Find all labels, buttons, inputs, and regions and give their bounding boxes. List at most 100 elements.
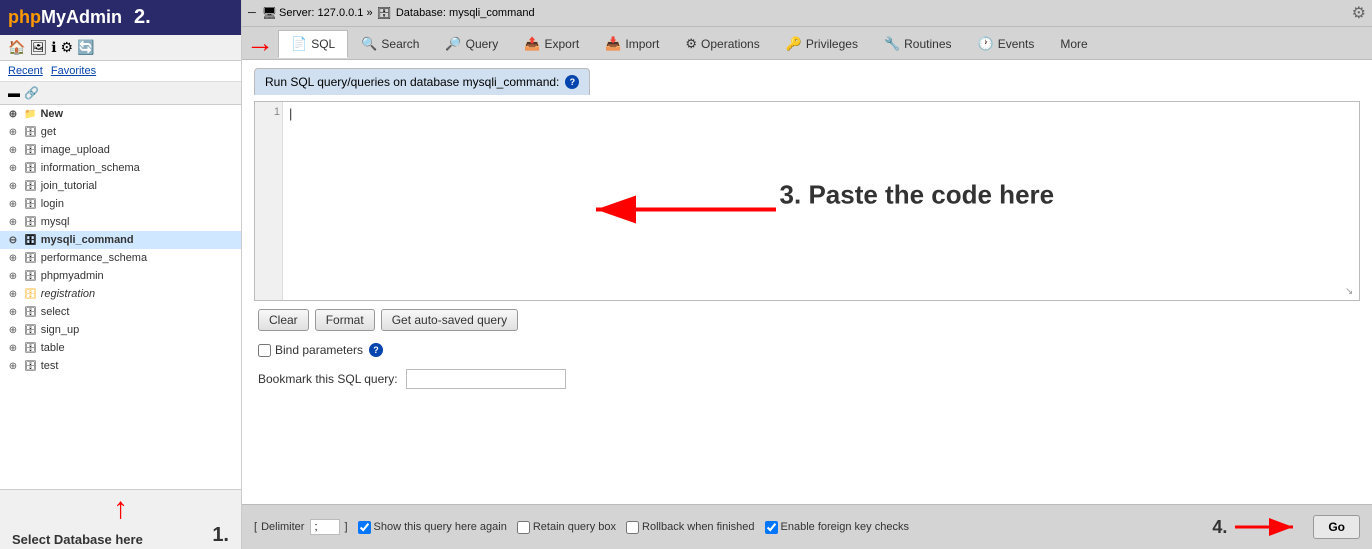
retain-query-label[interactable]: Retain query box <box>517 521 616 534</box>
routines-tab-icon: 🔧 <box>884 36 900 52</box>
step2-badge: 2. <box>134 6 151 29</box>
bind-params-label[interactable]: Bind parameters <box>258 343 363 357</box>
step4-badge: 4. <box>1212 517 1227 538</box>
db-item-performance-schema[interactable]: ⊕ 🗄 performance_schema <box>0 249 241 267</box>
sql-editor-wrapper: 1 | 3. Paste the code here <box>254 101 1360 301</box>
rollback-checkbox[interactable] <box>626 521 639 534</box>
bind-params-checkbox[interactable] <box>258 344 271 357</box>
show-query-checkbox[interactable] <box>358 521 371 534</box>
expand-performance-schema: ⊕ <box>6 251 20 265</box>
db-item-image-upload[interactable]: ⊕ 🗄 image_upload <box>0 141 241 159</box>
content-area: Run SQL query/queries on database mysqli… <box>242 60 1372 549</box>
db-item-information-schema[interactable]: ⊕ 🗄 information_schema <box>0 159 241 177</box>
db-item-phpmyadmin[interactable]: ⊕ 🗄 phpmyadmin <box>0 267 241 285</box>
db-name-mysql: mysql <box>41 216 70 228</box>
format-button[interactable]: Format <box>315 309 375 331</box>
db-item-test[interactable]: ⊕ 🗄 test <box>0 357 241 375</box>
home-icon[interactable]: 🏠 <box>8 39 25 56</box>
tab-privileges[interactable]: 🔑 Privileges <box>773 30 871 57</box>
go-button[interactable]: Go <box>1313 515 1360 539</box>
db-item-mysql[interactable]: ⊕ 🗄 mysql <box>0 213 241 231</box>
sidebar-header: phpMyAdmin 2. <box>0 0 241 35</box>
logo-myadmin: MyAdmin <box>41 7 122 27</box>
settings-gear-icon[interactable]: ⚙ <box>1352 3 1366 23</box>
help-icon[interactable]: ? <box>565 75 579 89</box>
db-icon-test: 🗄 <box>24 361 37 372</box>
events-tab-label: Events <box>998 37 1035 51</box>
db-item-select[interactable]: ⊕ 🗄 select <box>0 303 241 321</box>
tab-search[interactable]: 🔍 Search <box>348 30 432 57</box>
export-tab-icon: 📤 <box>524 36 540 52</box>
db-name-get: get <box>41 126 56 138</box>
info-icon[interactable]: ℹ <box>51 39 56 56</box>
tab-events[interactable]: 🕐 Events <box>965 30 1048 57</box>
routines-tab-label: Routines <box>904 37 951 51</box>
bottom-bar: [ Delimiter ] Show this query here again… <box>242 504 1372 549</box>
db-item-join-tutorial[interactable]: ⊕ 🗄 join_tutorial <box>0 177 241 195</box>
rollback-label[interactable]: Rollback when finished <box>626 521 755 534</box>
db-item-mysqli-command[interactable]: ⊖ 🗄 mysqli_command <box>0 231 241 249</box>
bind-params-help-icon[interactable]: ? <box>369 343 383 357</box>
expand-table: ⊕ <box>6 341 20 355</box>
db-icon: 🗄 <box>377 6 392 20</box>
sidebar: phpMyAdmin 2. 🏠 🖼 ℹ ⚙ 🔄 Recent Favorites… <box>0 0 242 549</box>
image-icon[interactable]: 🖼 <box>29 39 47 56</box>
tab-operations[interactable]: ⚙ Operations <box>672 30 772 57</box>
tab-query[interactable]: 🔎 Query <box>432 30 511 57</box>
bind-params-text: Bind parameters <box>275 343 363 357</box>
show-query-label[interactable]: Show this query here again <box>358 521 507 534</box>
expand-join-tutorial: ⊕ <box>6 179 20 193</box>
delimiter-label-text: Delimiter <box>261 521 304 533</box>
db-icon-sign-up: 🗄 <box>24 325 37 336</box>
import-tab-label: Import <box>625 37 659 51</box>
db-name-mysqli-command: mysqli_command <box>41 234 134 246</box>
db-icon-registration: 🗄 <box>24 289 37 300</box>
server-icon: 🖥 <box>262 6 277 20</box>
privileges-tab-icon: 🔑 <box>786 36 802 52</box>
db-item-sign-up[interactable]: ⊕ 🗄 sign_up <box>0 321 241 339</box>
db-icon-new: 📁 <box>24 109 36 120</box>
sidebar-icons-bar: 🏠 🖼 ℹ ⚙ 🔄 <box>0 35 241 61</box>
foreign-key-checkbox[interactable] <box>765 521 778 534</box>
bookmark-label: Bookmark this SQL query: <box>258 372 398 386</box>
db-item-login[interactable]: ⊕ 🗄 login <box>0 195 241 213</box>
db-name-table: table <box>41 342 65 354</box>
tab-more[interactable]: More <box>1047 31 1100 56</box>
sql-tab-icon: 📄 <box>291 36 307 52</box>
expand-mysql: ⊕ <box>6 215 20 229</box>
db-name-login: login <box>41 198 64 210</box>
arrow-up-icon: ↑ <box>8 494 233 524</box>
step1-badge: 1. <box>212 524 229 547</box>
settings-icon[interactable]: ⚙ <box>61 39 74 56</box>
db-item-new[interactable]: ⊕ 📁 New <box>0 105 241 123</box>
logo: phpMyAdmin <box>8 7 122 28</box>
step4-annotation: 4. Go <box>1212 513 1360 541</box>
db-item-get[interactable]: ⊕ 🗄 get <box>0 123 241 141</box>
tab-routines[interactable]: 🔧 Routines <box>871 30 965 57</box>
tab-import[interactable]: 📥 Import <box>592 30 672 57</box>
clear-button[interactable]: Clear <box>258 309 309 331</box>
action-buttons: Clear Format Get auto-saved query <box>254 301 1360 339</box>
retain-query-checkbox[interactable] <box>517 521 530 534</box>
expand-select: ⊕ <box>6 305 20 319</box>
db-icon-table: 🗄 <box>24 343 37 354</box>
link-icon[interactable]: 🔗 <box>24 86 39 100</box>
bookmark-input[interactable] <box>406 369 566 389</box>
delimiter-input[interactable] <box>310 519 340 535</box>
minimize-btn[interactable]: ─ <box>248 7 256 19</box>
db-name-join-tutorial: join_tutorial <box>41 180 97 192</box>
tab-export[interactable]: 📤 Export <box>511 30 592 57</box>
tab-sql[interactable]: 📄 SQL <box>278 30 348 58</box>
collapse-icon[interactable]: ▬ <box>8 86 20 100</box>
favorites-link[interactable]: Favorites <box>51 65 96 77</box>
resize-handle[interactable]: ↘ <box>1345 286 1357 298</box>
db-item-registration[interactable]: ⊕ 🗄 registration <box>0 285 241 303</box>
query-panel: Run SQL query/queries on database mysqli… <box>242 60 1372 504</box>
recent-link[interactable]: Recent <box>8 65 43 77</box>
refresh-icon[interactable]: 🔄 <box>77 39 94 56</box>
more-tab-label: More <box>1060 37 1087 51</box>
bookmark-row: Bookmark this SQL query: <box>254 365 1360 397</box>
auto-saved-button[interactable]: Get auto-saved query <box>381 309 518 331</box>
db-item-table[interactable]: ⊕ 🗄 table <box>0 339 241 357</box>
foreign-key-label[interactable]: Enable foreign key checks <box>765 521 909 534</box>
